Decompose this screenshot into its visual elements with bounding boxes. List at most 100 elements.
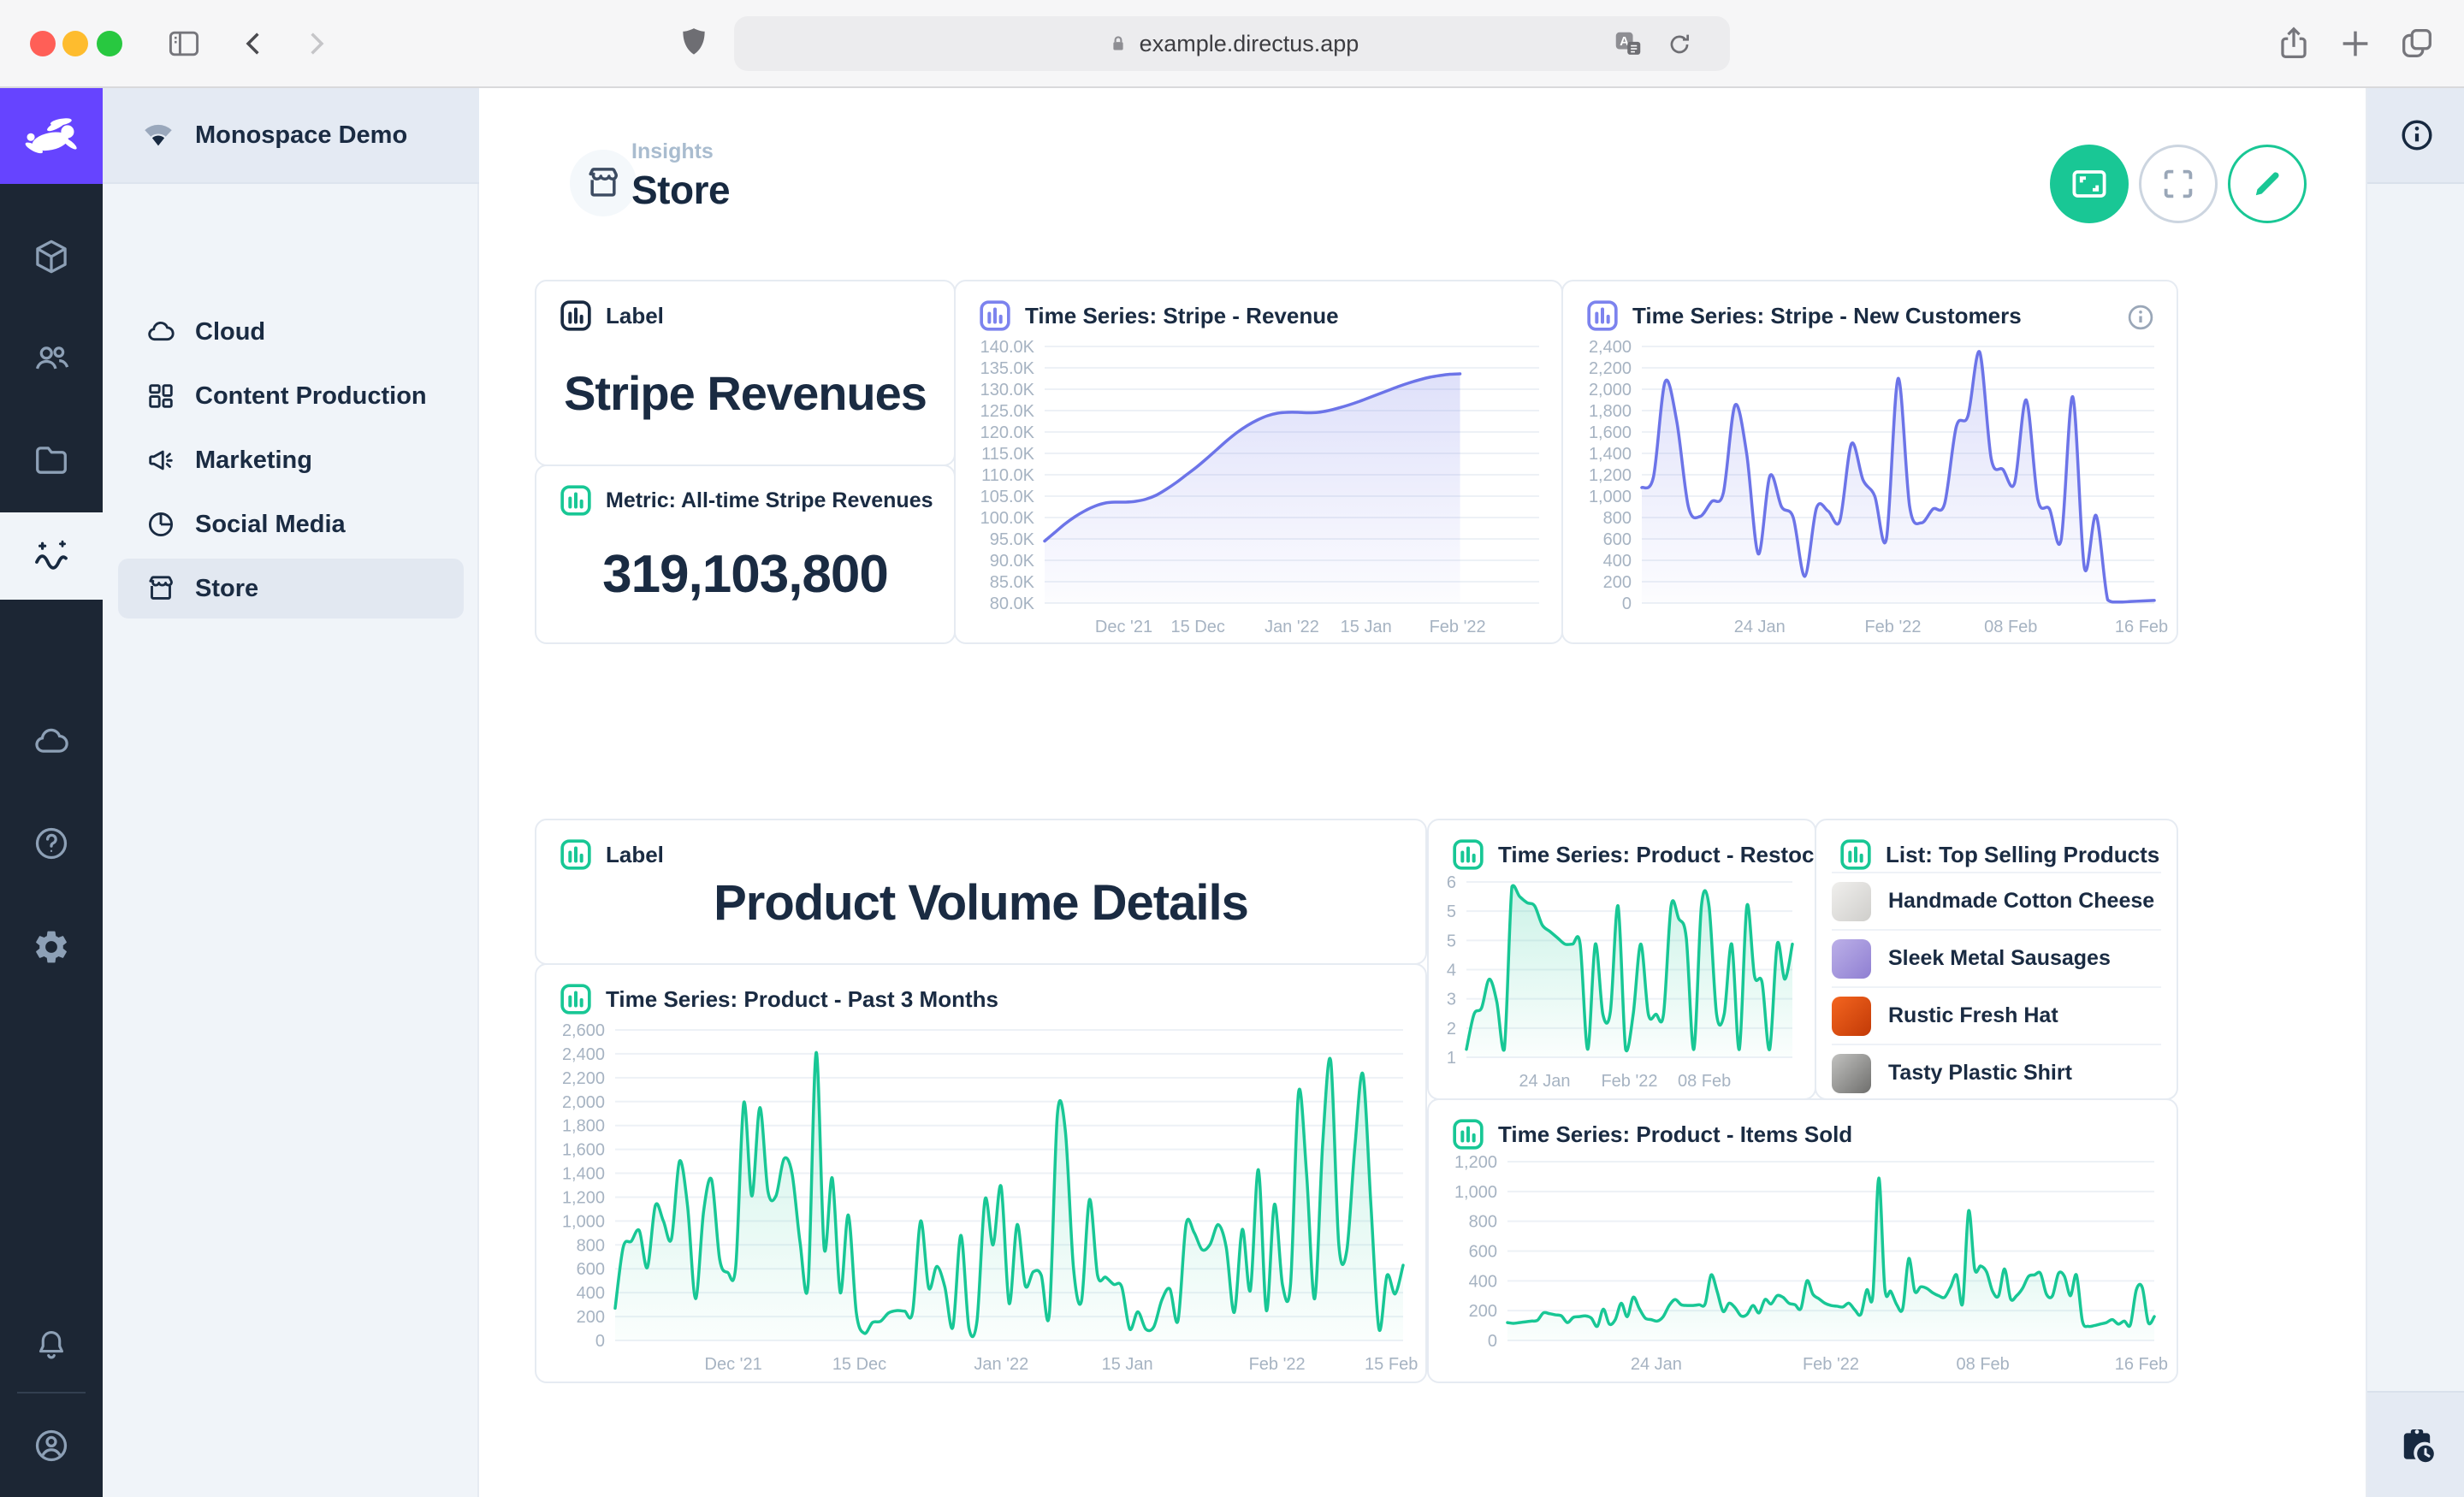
svg-text:15 Dec: 15 Dec	[1170, 618, 1224, 636]
module-insights[interactable]	[0, 512, 103, 600]
fullscreen-button[interactable]	[2139, 145, 2218, 223]
browser-toolbar: example.directus.app A	[0, 0, 2464, 88]
panel-label-stripe: Label Stripe Revenues	[535, 280, 956, 466]
svg-text:08 Feb: 08 Feb	[1678, 1072, 1731, 1091]
clipboard-clock-icon	[2396, 1424, 2437, 1465]
breadcrumb[interactable]: Insights	[631, 139, 714, 164]
svg-text:1,000: 1,000	[1454, 1183, 1497, 1202]
address-bar[interactable]: example.directus.app A	[734, 16, 1730, 71]
sidebar-item-label: Cloud	[195, 318, 265, 346]
divider	[17, 1392, 86, 1393]
present-icon	[2069, 163, 2110, 204]
module-help[interactable]	[0, 805, 103, 882]
svg-text:Feb '22: Feb '22	[1864, 618, 1921, 636]
svg-text:0: 0	[595, 1332, 605, 1351]
svg-text:200: 200	[1469, 1302, 1497, 1321]
bell-icon	[33, 1327, 70, 1364]
svg-text:2,600: 2,600	[562, 1021, 605, 1040]
insights-icon	[31, 535, 72, 577]
account-button[interactable]	[0, 1407, 103, 1484]
svg-text:24 Jan: 24 Jan	[1519, 1072, 1570, 1091]
page-title: Store	[631, 167, 730, 213]
info-icon[interactable]	[2125, 302, 2156, 337]
svg-text:2: 2	[1447, 1020, 1456, 1038]
minimize-window-button[interactable]	[62, 31, 88, 56]
list-item[interactable]: Rustic Fresh Hat	[1832, 986, 2161, 1044]
back-button-icon[interactable]	[236, 26, 272, 66]
panel-title: Time Series: Product - Restocks	[1498, 842, 1839, 868]
sidebar-item-label: Social Media	[195, 511, 346, 539]
sidebar-item-content-production[interactable]: Content Production	[118, 366, 464, 426]
bar-chart-icon	[559, 982, 593, 1016]
metric-value: 319,103,800	[554, 518, 937, 630]
sidebar-toggle-icon[interactable]	[165, 25, 203, 67]
svg-text:105.0K: 105.0K	[980, 488, 1035, 506]
svg-text:15 Dec: 15 Dec	[832, 1355, 886, 1374]
svg-text:115.0K: 115.0K	[981, 445, 1035, 464]
sidebar-item-cloud[interactable]: Cloud	[118, 302, 464, 362]
svg-text:Feb '22: Feb '22	[1803, 1355, 1859, 1374]
module-collections[interactable]	[0, 218, 103, 295]
forward-button-icon[interactable]	[298, 26, 334, 66]
maximize-window-button[interactable]	[97, 31, 122, 56]
product-name: Rustic Fresh Hat	[1888, 1003, 2058, 1028]
svg-text:1: 1	[1447, 1049, 1456, 1068]
svg-text:Dec '21: Dec '21	[705, 1355, 762, 1374]
panel-new-customers: Time Series: Stripe - New Customers 2,40…	[1561, 280, 2178, 644]
page-icon	[570, 150, 637, 216]
product-name: Sleek Metal Sausages	[1888, 946, 2111, 971]
share-icon[interactable]	[2274, 24, 2313, 68]
sidebar-item-marketing[interactable]: Marketing	[118, 430, 464, 490]
list-item[interactable]: Sleek Metal Sausages	[1832, 929, 2161, 986]
svg-text:1,600: 1,600	[562, 1141, 605, 1160]
svg-text:110.0K: 110.0K	[981, 466, 1035, 485]
bar-chart-icon	[978, 299, 1012, 333]
panel-metric-stripe: Metric: All-time Stripe Revenues 319,103…	[535, 464, 956, 644]
folder-icon	[32, 441, 71, 480]
module-users[interactable]	[0, 320, 103, 397]
module-files[interactable]	[0, 422, 103, 499]
storefront-icon	[145, 573, 176, 604]
svg-text:85.0K: 85.0K	[990, 573, 1035, 592]
project-switcher[interactable]: Monospace Demo	[103, 88, 479, 184]
svg-text:95.0K: 95.0K	[990, 530, 1035, 549]
notifications-button[interactable]	[0, 1307, 103, 1384]
panel-title: List: Top Selling Products	[1886, 842, 2159, 868]
activity-log-button[interactable]	[2367, 1391, 2464, 1497]
present-mode-button[interactable]	[2050, 145, 2129, 223]
svg-text:400: 400	[577, 1284, 605, 1303]
sidebar-item-store[interactable]: Store	[118, 559, 464, 618]
svg-text:1,600: 1,600	[1589, 423, 1632, 442]
new-tab-icon[interactable]	[2336, 24, 2375, 68]
info-sidebar-toggle[interactable]	[2367, 88, 2464, 184]
info-icon	[2398, 116, 2436, 154]
directus-logo[interactable]	[0, 88, 103, 184]
project-signal-icon	[140, 117, 176, 153]
panel-title: Time Series: Stripe - New Customers	[1632, 303, 2022, 329]
svg-text:600: 600	[1603, 530, 1632, 549]
svg-text:0: 0	[1488, 1332, 1497, 1351]
close-window-button[interactable]	[30, 31, 56, 56]
svg-text:600: 600	[1469, 1243, 1497, 1262]
reload-icon[interactable]	[1665, 30, 1694, 65]
stripe-revenue-chart: 140.0K135.0K130.0K125.0K120.0K115.0K110.…	[962, 334, 1556, 641]
module-bar	[0, 88, 103, 1497]
sidebar-item-label: Marketing	[195, 447, 312, 475]
module-settings[interactable]	[0, 908, 103, 985]
svg-text:400: 400	[1603, 552, 1632, 571]
module-cloud[interactable]	[0, 703, 103, 780]
list-item[interactable]: Handmade Cotton Cheese	[1832, 872, 2161, 929]
tab-overview-icon[interactable]	[2397, 24, 2437, 68]
svg-text:08 Feb: 08 Feb	[1984, 618, 2037, 636]
list-item[interactable]: Tasty Plastic Shirt	[1832, 1044, 2161, 1101]
box-icon	[32, 237, 71, 276]
product-name: Tasty Plastic Shirt	[1888, 1061, 2072, 1086]
privacy-shield-icon[interactable]	[674, 23, 714, 67]
translate-icon[interactable]: A	[1612, 28, 1644, 67]
edit-dashboard-button[interactable]	[2228, 145, 2307, 223]
sidebar-item-social-media[interactable]: Social Media	[118, 494, 464, 554]
svg-text:Feb '22: Feb '22	[1249, 1355, 1306, 1374]
bar-chart-icon	[559, 299, 593, 333]
sidebar-item-label: Content Production	[195, 382, 427, 411]
avatar-icon	[32, 1426, 71, 1465]
